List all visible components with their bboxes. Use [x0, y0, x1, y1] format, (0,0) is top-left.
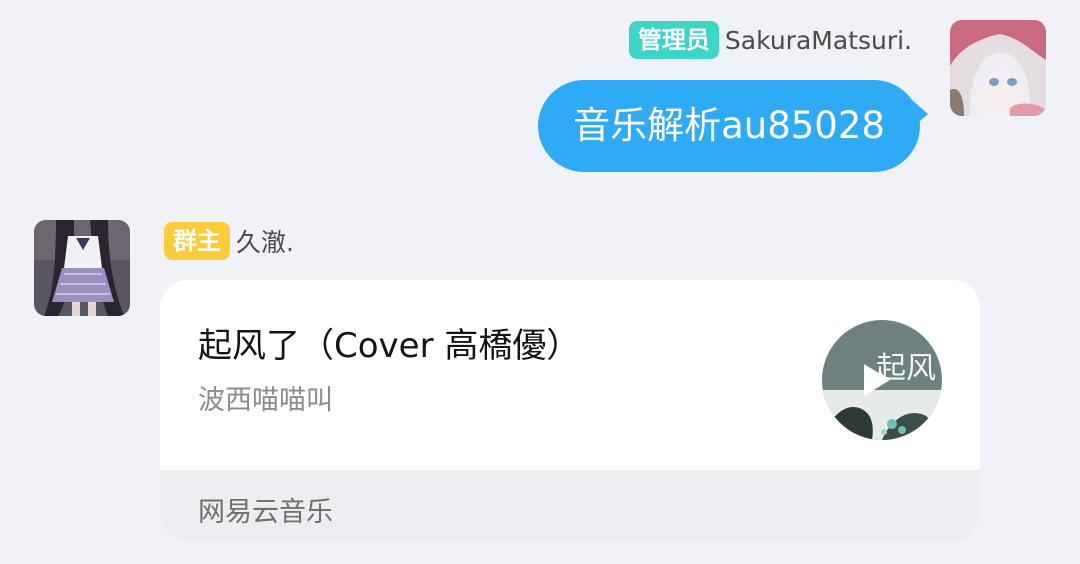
sent-message-bubble[interactable]: 音乐解析au85028 [538, 80, 920, 172]
music-share-card[interactable]: 起风了（Cover 高橋優） 波西喵喵叫 起风 网易云音乐 [160, 280, 980, 542]
sender-name: SakuraMatsuri. [724, 25, 912, 55]
song-title: 起风了（Cover 高橋優） [198, 326, 581, 366]
music-source: 网易云音乐 [198, 497, 333, 528]
admin-badge: 管理员 [628, 21, 719, 59]
owner-name: 久澈. [236, 228, 294, 257]
sender-name-row: 管理员 SakuraMatsuri. [628, 21, 912, 59]
album-cover[interactable]: 起风 [822, 320, 942, 440]
song-artist: 波西喵喵叫 [198, 385, 333, 416]
sender-avatar[interactable] [950, 20, 1046, 116]
owner-badge: 群主 [164, 222, 230, 260]
bubble-tail [912, 100, 928, 128]
owner-name-row: 群主 久澈. [164, 222, 294, 260]
card-footer: 网易云音乐 [160, 470, 980, 542]
owner-avatar[interactable] [34, 220, 130, 316]
